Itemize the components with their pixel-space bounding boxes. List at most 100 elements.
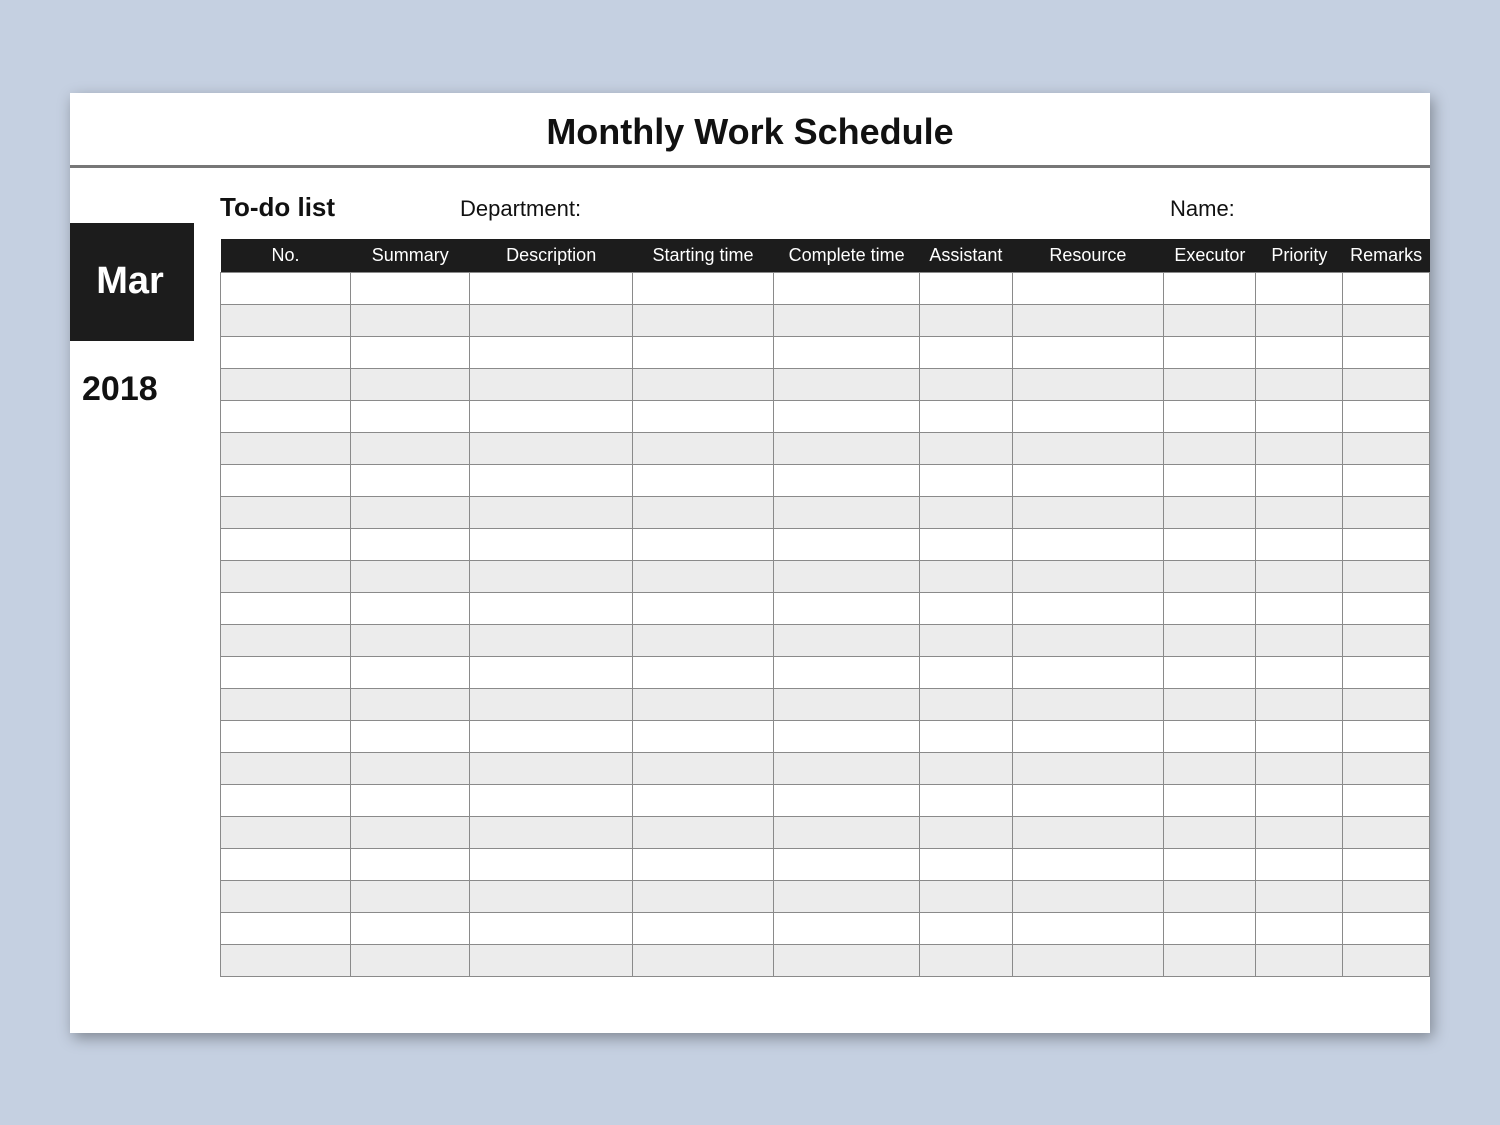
table-cell[interactable] [470, 304, 633, 336]
table-cell[interactable] [1343, 880, 1430, 912]
table-cell[interactable] [351, 688, 470, 720]
table-cell[interactable] [773, 560, 919, 592]
table-cell[interactable] [1256, 656, 1343, 688]
table-cell[interactable] [633, 880, 774, 912]
table-cell[interactable] [221, 528, 351, 560]
table-cell[interactable] [221, 880, 351, 912]
table-cell[interactable] [633, 592, 774, 624]
table-cell[interactable] [1343, 432, 1430, 464]
table-cell[interactable] [1256, 944, 1343, 976]
table-cell[interactable] [920, 432, 1012, 464]
table-cell[interactable] [1256, 528, 1343, 560]
table-cell[interactable] [221, 592, 351, 624]
table-cell[interactable] [1012, 912, 1164, 944]
table-cell[interactable] [351, 464, 470, 496]
table-cell[interactable] [920, 848, 1012, 880]
table-cell[interactable] [633, 944, 774, 976]
table-cell[interactable] [1256, 816, 1343, 848]
table-cell[interactable] [1164, 496, 1256, 528]
table-cell[interactable] [1256, 688, 1343, 720]
table-cell[interactable] [1164, 656, 1256, 688]
table-cell[interactable] [351, 912, 470, 944]
table-cell[interactable] [633, 432, 774, 464]
table-cell[interactable] [470, 880, 633, 912]
table-cell[interactable] [920, 656, 1012, 688]
table-cell[interactable] [920, 720, 1012, 752]
table-cell[interactable] [1012, 528, 1164, 560]
table-cell[interactable] [1343, 336, 1430, 368]
table-cell[interactable] [1343, 624, 1430, 656]
table-cell[interactable] [1012, 848, 1164, 880]
table-cell[interactable] [1012, 496, 1164, 528]
table-cell[interactable] [221, 752, 351, 784]
table-cell[interactable] [773, 432, 919, 464]
table-cell[interactable] [470, 688, 633, 720]
table-cell[interactable] [1256, 880, 1343, 912]
table-cell[interactable] [470, 400, 633, 432]
table-cell[interactable] [1164, 592, 1256, 624]
table-cell[interactable] [1012, 688, 1164, 720]
table-cell[interactable] [633, 560, 774, 592]
table-cell[interactable] [920, 624, 1012, 656]
table-cell[interactable] [351, 944, 470, 976]
table-cell[interactable] [1343, 816, 1430, 848]
table-cell[interactable] [773, 848, 919, 880]
table-cell[interactable] [1343, 848, 1430, 880]
table-cell[interactable] [1343, 304, 1430, 336]
table-cell[interactable] [1256, 592, 1343, 624]
table-cell[interactable] [633, 368, 774, 400]
table-cell[interactable] [633, 656, 774, 688]
table-cell[interactable] [1343, 400, 1430, 432]
table-cell[interactable] [1164, 560, 1256, 592]
table-cell[interactable] [221, 912, 351, 944]
table-cell[interactable] [351, 656, 470, 688]
table-cell[interactable] [1256, 368, 1343, 400]
table-cell[interactable] [351, 368, 470, 400]
table-cell[interactable] [221, 464, 351, 496]
table-cell[interactable] [920, 944, 1012, 976]
table-cell[interactable] [1256, 624, 1343, 656]
table-cell[interactable] [920, 336, 1012, 368]
table-cell[interactable] [773, 368, 919, 400]
table-cell[interactable] [633, 688, 774, 720]
table-cell[interactable] [773, 816, 919, 848]
table-cell[interactable] [221, 688, 351, 720]
table-cell[interactable] [351, 400, 470, 432]
table-cell[interactable] [1012, 336, 1164, 368]
table-cell[interactable] [920, 400, 1012, 432]
table-cell[interactable] [920, 816, 1012, 848]
table-cell[interactable] [1343, 944, 1430, 976]
table-cell[interactable] [920, 912, 1012, 944]
table-cell[interactable] [1256, 752, 1343, 784]
table-cell[interactable] [221, 400, 351, 432]
table-row[interactable] [221, 272, 1430, 304]
table-cell[interactable] [773, 336, 919, 368]
table-cell[interactable] [221, 272, 351, 304]
table-cell[interactable] [773, 688, 919, 720]
table-cell[interactable] [633, 464, 774, 496]
table-cell[interactable] [773, 944, 919, 976]
table-cell[interactable] [633, 304, 774, 336]
table-cell[interactable] [773, 624, 919, 656]
table-cell[interactable] [1012, 752, 1164, 784]
table-cell[interactable] [1256, 400, 1343, 432]
table-cell[interactable] [221, 656, 351, 688]
table-cell[interactable] [633, 912, 774, 944]
table-cell[interactable] [633, 496, 774, 528]
table-cell[interactable] [351, 304, 470, 336]
table-cell[interactable] [1012, 816, 1164, 848]
table-cell[interactable] [773, 880, 919, 912]
table-cell[interactable] [773, 272, 919, 304]
table-cell[interactable] [773, 304, 919, 336]
table-cell[interactable] [1256, 496, 1343, 528]
table-cell[interactable] [470, 336, 633, 368]
table-cell[interactable] [773, 656, 919, 688]
table-cell[interactable] [470, 496, 633, 528]
table-cell[interactable] [920, 688, 1012, 720]
table-cell[interactable] [1012, 368, 1164, 400]
table-cell[interactable] [1164, 720, 1256, 752]
table-cell[interactable] [1164, 848, 1256, 880]
table-cell[interactable] [351, 496, 470, 528]
table-cell[interactable] [351, 880, 470, 912]
table-cell[interactable] [1012, 944, 1164, 976]
